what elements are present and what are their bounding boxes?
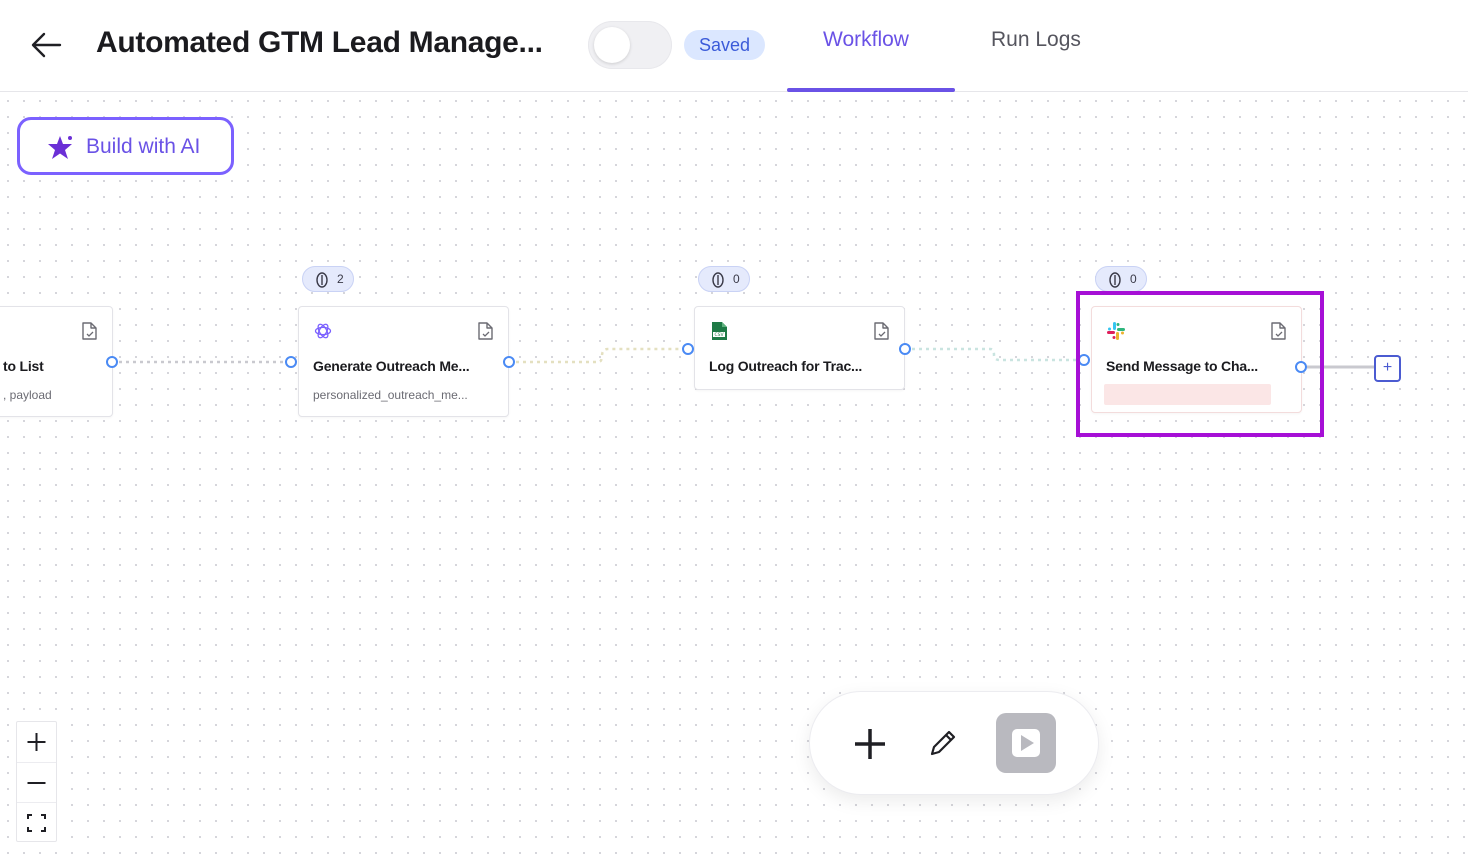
node-title: Send Message to Cha... — [1106, 358, 1258, 374]
plus-icon[interactable] — [850, 724, 890, 769]
node-connections — [119, 347, 1374, 369]
run-workflow-button[interactable] — [996, 713, 1056, 773]
badge-count: 2 — [337, 272, 344, 286]
document-icon — [82, 322, 97, 340]
document-icon — [1271, 322, 1286, 340]
csv-file-icon: CSV — [712, 322, 727, 340]
document-icon — [874, 322, 889, 340]
node-badge: 2 — [302, 266, 354, 292]
add-next-step-button[interactable]: + — [1374, 355, 1401, 382]
pencil-icon[interactable] — [924, 726, 960, 767]
node-badge: 0 — [1095, 266, 1147, 292]
zoom-out-icon[interactable] — [17, 762, 56, 802]
output-port[interactable] — [106, 356, 118, 368]
canvas-toolbar — [809, 691, 1099, 795]
node-error-bar — [1104, 384, 1271, 405]
attachment-icon — [1109, 272, 1121, 288]
attachment-icon — [316, 272, 328, 288]
document-icon — [478, 322, 493, 340]
zoom-controls — [16, 721, 57, 842]
openai-icon — [314, 323, 332, 339]
node-badge: 0 — [698, 266, 750, 292]
output-port[interactable] — [1295, 361, 1307, 373]
svg-text:CSV: CSV — [714, 332, 724, 338]
input-port[interactable] — [285, 356, 297, 368]
badge-count: 0 — [1130, 272, 1137, 286]
node-subtitle: personalized_outreach_me... — [313, 388, 468, 402]
slack-icon — [1107, 322, 1125, 340]
attachment-icon — [712, 272, 724, 288]
workflow-node-generate-outreach[interactable]: Generate Outreach Me... personalized_out… — [298, 306, 509, 417]
input-port[interactable] — [682, 343, 694, 355]
workflow-node-send-message[interactable]: Send Message to Cha... — [1091, 306, 1302, 413]
input-port[interactable] — [1078, 354, 1090, 366]
fit-view-icon[interactable] — [17, 802, 56, 842]
output-port[interactable] — [899, 343, 911, 355]
node-title: Generate Outreach Me... — [313, 358, 470, 374]
workflow-node-add-to-list[interactable]: to List , payload — [0, 306, 113, 417]
node-subtitle: , payload — [3, 388, 52, 402]
badge-count: 0 — [733, 272, 740, 286]
play-icon — [1012, 729, 1040, 757]
zoom-in-icon[interactable] — [17, 722, 56, 762]
output-port[interactable] — [503, 356, 515, 368]
node-title: to List — [3, 358, 44, 374]
node-title: Log Outreach for Trac... — [709, 358, 863, 374]
workflow-node-log-outreach[interactable]: CSV Log Outreach for Trac... — [694, 306, 905, 390]
